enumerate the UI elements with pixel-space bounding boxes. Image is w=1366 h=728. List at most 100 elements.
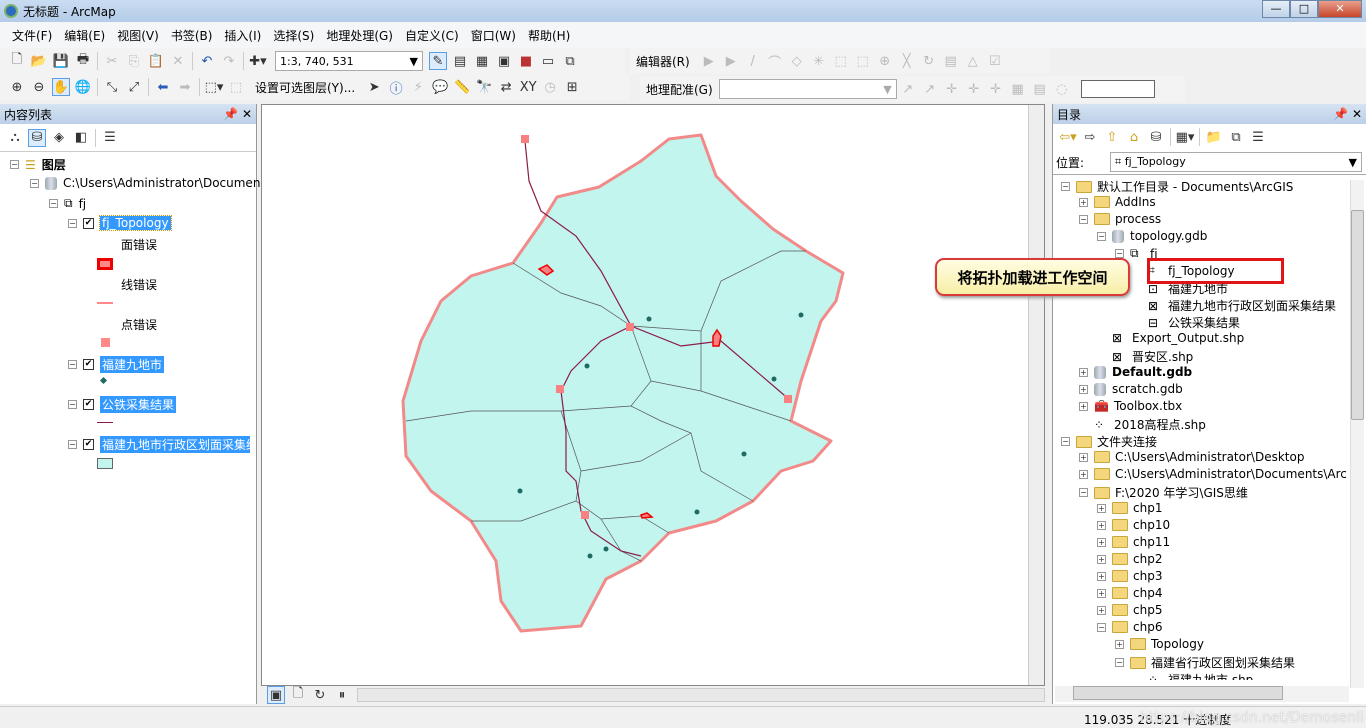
menu-view[interactable]: 视图(V) <box>117 27 159 44</box>
model-builder-icon[interactable]: ⧉ <box>561 52 579 70</box>
cut-icon[interactable]: ✂ <box>103 52 121 70</box>
catalog-item[interactable]: ⁘ 2018高程点.shp <box>1079 416 1206 433</box>
layer-admin-polygons[interactable]: 福建九地市行政区划面采集结果 <box>100 436 250 453</box>
expand-icon[interactable]: + <box>1079 401 1088 411</box>
menu-bookmarks[interactable]: 书签(B) <box>171 27 213 44</box>
paste-icon[interactable]: 📋 <box>147 52 165 70</box>
layer-cities[interactable]: 福建九地市 <box>100 356 165 373</box>
catalog-item[interactable]: + scratch.gdb <box>1079 382 1183 396</box>
full-extent-icon[interactable]: 🌐 <box>74 78 92 96</box>
reshape-icon[interactable]: ⬚ <box>854 52 872 70</box>
arctoolbox-icon[interactable]: ■ <box>517 52 535 70</box>
collapse-icon[interactable]: − <box>10 160 19 169</box>
pause-icon[interactable]: ⏸ <box>333 686 351 704</box>
zoom-in-icon[interactable]: ⊕ <box>8 78 26 96</box>
home-icon[interactable]: ⌂ <box>1125 128 1143 146</box>
expand-icon[interactable]: + <box>1097 520 1106 530</box>
catalog-item[interactable]: + chp2 <box>1097 552 1162 566</box>
edit-annotation-icon[interactable]: ▶ <box>722 52 740 70</box>
catalog-item[interactable]: + C:\Users\Administrator\Desktop <box>1079 450 1304 464</box>
menu-insert[interactable]: 插入(I) <box>224 27 261 44</box>
time-slider-icon[interactable]: ◷ <box>541 78 559 96</box>
collapse-icon[interactable]: − <box>1115 249 1124 258</box>
collapse-icon[interactable]: − <box>68 400 77 409</box>
catalog-item[interactable]: ⊠ 福建九地市行政区划面采集结果 <box>1133 297 1336 314</box>
shift-icon[interactable]: ↗ <box>921 80 939 98</box>
collapse-icon[interactable]: − <box>1097 622 1106 632</box>
catalog-item[interactable]: + chp3 <box>1097 569 1162 583</box>
attributes-icon[interactable]: ▤ <box>942 52 960 70</box>
select-elements-icon[interactable]: ➤ <box>365 78 383 96</box>
catalog-item[interactable]: − F:\2020 年学习\GIS思维 <box>1079 484 1248 501</box>
add-control-points-icon[interactable]: ✛ <box>943 80 961 98</box>
editor-menu[interactable]: 编辑器(R) <box>636 53 690 70</box>
expand-icon[interactable]: + <box>1115 639 1124 649</box>
copy-icon[interactable]: ⎘ <box>125 52 143 70</box>
vertex-icon[interactable]: ✳ <box>810 52 828 70</box>
forward-icon[interactable]: ➡ <box>176 78 194 96</box>
maximize-button[interactable]: □ <box>1290 0 1318 18</box>
find-icon[interactable]: 🔭 <box>475 78 493 96</box>
python-window-icon[interactable]: ▭ <box>539 52 557 70</box>
expand-icon[interactable]: + <box>1097 554 1106 564</box>
save-icon[interactable]: 💾 <box>52 52 70 70</box>
catalog-item[interactable]: + chp5 <box>1097 603 1162 617</box>
identify-icon[interactable]: ⓘ <box>387 78 405 97</box>
map-canvas[interactable] <box>262 105 1046 687</box>
options-icon[interactable]: ☰ <box>101 129 119 147</box>
scrollbar-thumb[interactable] <box>1073 686 1283 700</box>
refresh-icon[interactable]: ↻ <box>311 686 329 704</box>
collapse-icon[interactable]: − <box>1115 658 1124 667</box>
fixed-zoom-in-icon[interactable]: ⤡ <box>103 78 121 96</box>
expand-icon[interactable]: + <box>1079 384 1088 394</box>
scrollbar-thumb[interactable] <box>1351 210 1364 420</box>
georeferencing-menu[interactable]: 地理配准(G) <box>646 81 713 98</box>
go-to-xy-icon[interactable]: XY <box>519 78 537 96</box>
collapse-icon[interactable]: − <box>49 199 58 208</box>
straight-segment-icon[interactable]: / <box>744 52 762 70</box>
menu-windows[interactable]: 窗口(W) <box>471 27 516 44</box>
list-by-selection-icon[interactable]: ◧ <box>72 129 90 147</box>
menu-edit[interactable]: 编辑(E) <box>64 27 105 44</box>
catalog-item[interactable]: − chp6 <box>1097 620 1162 634</box>
data-frame-label[interactable]: 图层 <box>42 156 66 173</box>
list-by-drawing-order-icon[interactable]: ⛬ <box>6 129 24 147</box>
pin-icon[interactable]: 📌 <box>1333 107 1348 121</box>
workspace-path[interactable]: C:\Users\Administrator\Documen <box>63 176 260 190</box>
layer-checkbox[interactable]: ✔ <box>83 217 94 229</box>
catalog-item[interactable]: − topology.gdb <box>1097 229 1207 243</box>
print-icon[interactable]: 🖶 <box>74 52 92 70</box>
hyperlink-icon[interactable]: ⚡ <box>409 78 427 96</box>
georef-layer-combo[interactable]: ▼ <box>718 79 897 99</box>
layout-view-icon[interactable]: 🗋 <box>289 686 307 704</box>
back-icon[interactable]: ⬅ <box>154 78 172 96</box>
catalog-item[interactable]: ⊟ 公铁采集结果 <box>1133 314 1240 331</box>
find-route-icon[interactable]: ⇄ <box>497 78 515 96</box>
expand-icon[interactable]: + <box>1097 605 1106 615</box>
close-icon[interactable]: ✕ <box>1352 107 1362 121</box>
delete-icon[interactable]: ✕ <box>169 52 187 70</box>
list-by-source-icon[interactable]: ⛁ <box>28 128 46 147</box>
zoom-out-icon[interactable]: ⊖ <box>30 78 48 96</box>
menu-help[interactable]: 帮助(H) <box>528 27 570 44</box>
expand-icon[interactable]: + <box>1079 469 1088 479</box>
magnifier-icon[interactable]: ⊞ <box>563 78 581 96</box>
catalog-item[interactable]: + Default.gdb <box>1079 365 1192 379</box>
map-view[interactable] <box>261 104 1045 686</box>
catalog-item[interactable]: + chp4 <box>1097 586 1162 600</box>
menu-file[interactable]: 文件(F) <box>12 27 52 44</box>
rotate-icon[interactable]: ↻ <box>920 52 938 70</box>
catalog-item[interactable]: + chp11 <box>1097 535 1170 549</box>
rotate-icon[interactable]: ↗ <box>899 80 917 98</box>
edit-vertices-icon[interactable]: ⬚ <box>832 52 850 70</box>
georef-value-input[interactable] <box>1080 80 1155 98</box>
fixed-zoom-out-icon[interactable]: ⤢ <box>125 78 143 96</box>
end-point-arc-icon[interactable]: ⌒ <box>766 52 784 71</box>
toggle-tree-icon[interactable]: ⧉ <box>1227 128 1245 146</box>
layer-rail-road[interactable]: 公铁采集结果 <box>100 396 177 413</box>
dataset-label[interactable]: fj <box>79 197 87 211</box>
collapse-icon[interactable]: − <box>1061 182 1070 191</box>
viewer-icon[interactable]: ▦ <box>1009 80 1027 98</box>
map-horizontal-scrollbar[interactable] <box>357 688 1045 702</box>
html-popup-icon[interactable]: 💬 <box>431 78 449 96</box>
